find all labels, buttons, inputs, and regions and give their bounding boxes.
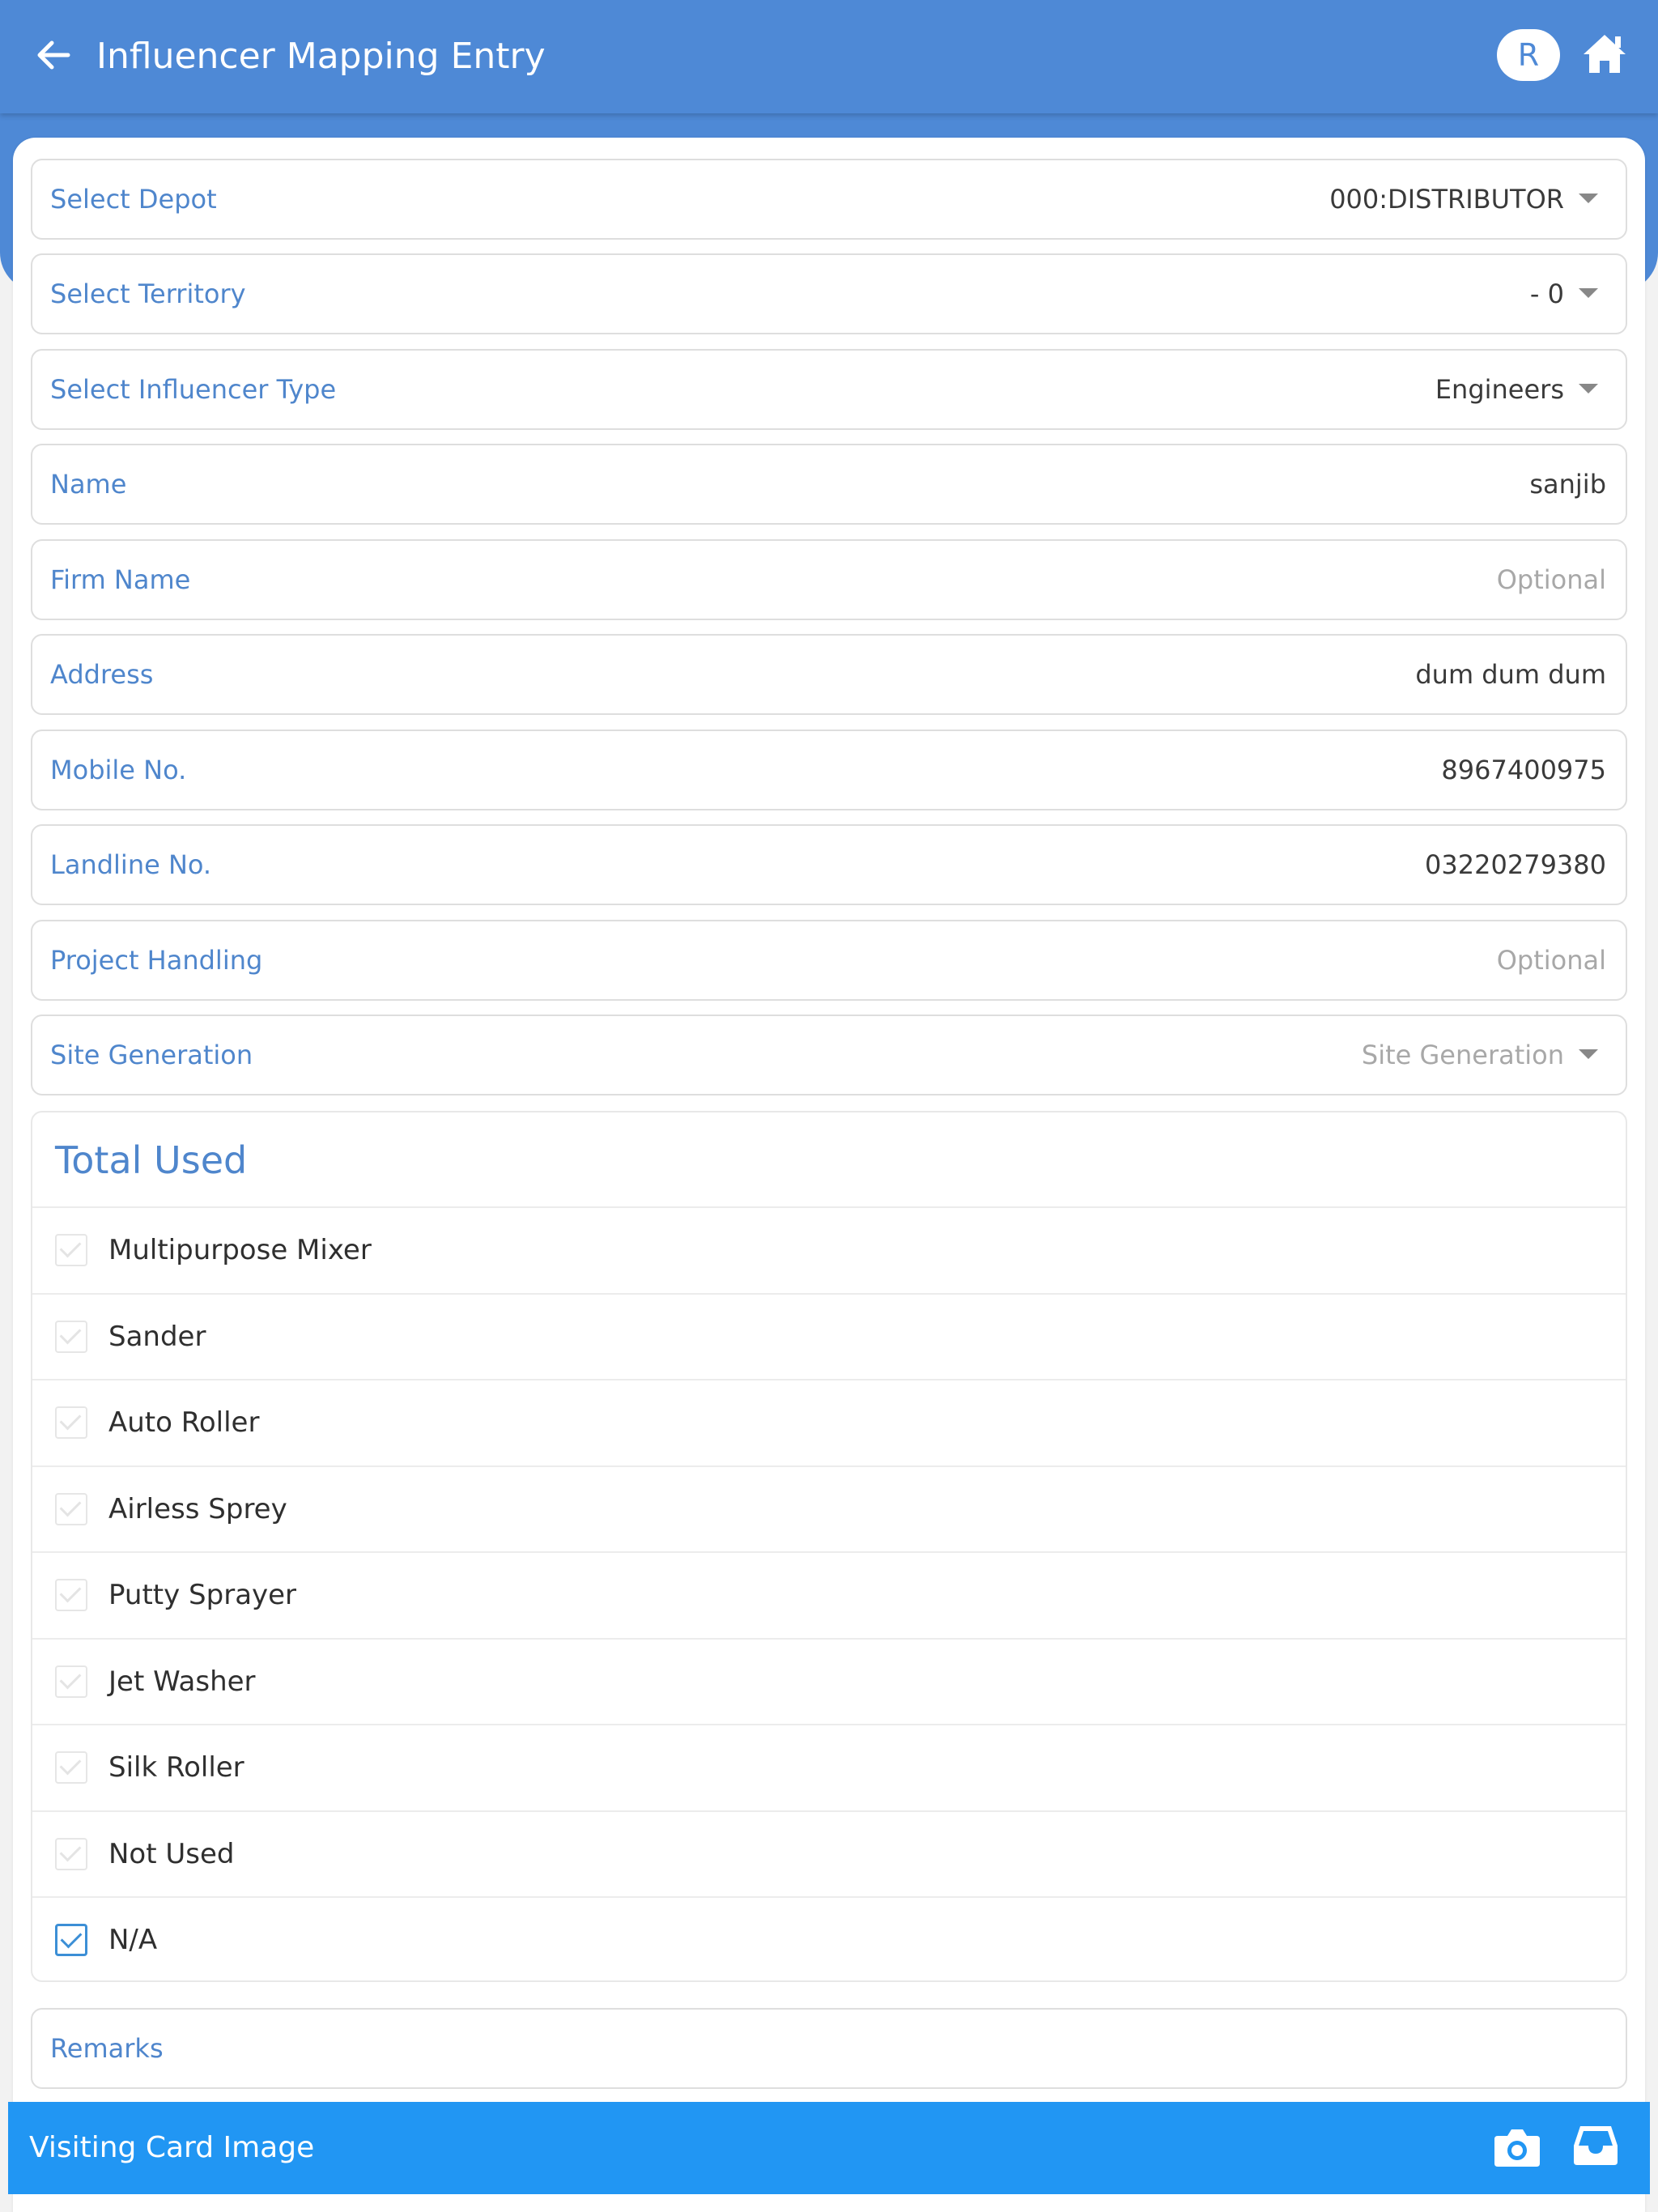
check-icon — [59, 1667, 82, 1689]
caret-down-icon — [1579, 384, 1598, 393]
caret-down-icon — [1579, 1049, 1598, 1059]
caret-down-icon — [1579, 288, 1598, 298]
checkbox-row-silk-roller[interactable]: Silk Roller — [32, 1725, 1626, 1812]
checkbox-label: Airless Sprey — [108, 1492, 287, 1525]
field-label: Project Handling — [50, 945, 263, 976]
field-value: sanjib — [1529, 469, 1606, 500]
field-label: Firm Name — [50, 564, 191, 595]
field-placeholder: Site Generation — [1361, 1040, 1564, 1070]
select-depot-dropdown[interactable]: Select Depot 000:DISTRIBUTOR — [31, 159, 1627, 240]
checkbox-label: N/A — [108, 1924, 158, 1956]
field-value: dum dum dum — [1415, 659, 1606, 690]
page-title: Influencer Mapping Entry — [96, 36, 546, 77]
select-influencer-type-dropdown[interactable]: Select Influencer Type Engineers — [31, 349, 1627, 430]
landline-no-input[interactable]: Landline No. 03220279380 — [31, 824, 1627, 905]
field-label: Select Territory — [50, 279, 246, 309]
checkbox[interactable] — [55, 1751, 87, 1784]
mobile-no-input[interactable]: Mobile No. 8967400975 — [31, 730, 1627, 810]
remarks-input[interactable]: Remarks — [31, 2008, 1627, 2089]
field-value: 03220279380 — [1425, 849, 1606, 880]
checkbox-label: Sander — [108, 1320, 206, 1353]
inbox-icon — [1574, 2126, 1618, 2165]
checkbox-row-sander[interactable]: Sander — [32, 1295, 1626, 1380]
caret-down-icon — [1579, 194, 1598, 203]
section-title: Total Used — [32, 1112, 1626, 1208]
checkbox[interactable] — [55, 1665, 87, 1698]
check-icon — [59, 1840, 82, 1861]
checkbox-row-multipurpose-mixer[interactable]: Multipurpose Mixer — [32, 1208, 1626, 1295]
name-input[interactable]: Name sanjib — [31, 444, 1627, 525]
site-generation-dropdown[interactable]: Site Generation Site Generation — [31, 1015, 1627, 1095]
home-icon — [1584, 35, 1626, 73]
app-header: Influencer Mapping Entry R — [0, 0, 1658, 113]
home-button[interactable] — [1579, 28, 1630, 79]
check-icon — [59, 1236, 82, 1258]
project-handling-input[interactable]: Project Handling Optional — [31, 920, 1627, 1001]
checkbox-checked[interactable] — [55, 1924, 87, 1956]
field-label: Remarks — [50, 2033, 164, 2064]
gallery-button[interactable] — [1571, 2121, 1621, 2170]
checkbox-label: Jet Washer — [108, 1665, 256, 1698]
check-icon — [59, 1580, 82, 1603]
checkbox[interactable] — [55, 1234, 87, 1266]
check-icon — [59, 1408, 82, 1431]
checkbox-row-jet-washer[interactable]: Jet Washer — [32, 1640, 1626, 1725]
camera-button[interactable] — [1493, 2125, 1541, 2170]
total-used-section: Total Used Multipurpose Mixer Sander Aut… — [31, 1111, 1627, 1982]
check-icon — [59, 1495, 82, 1516]
checkbox[interactable] — [55, 1492, 87, 1525]
select-territory-dropdown[interactable]: Select Territory - 0 — [31, 253, 1627, 334]
checkbox[interactable] — [55, 1320, 87, 1353]
checkbox-label: Multipurpose Mixer — [108, 1234, 372, 1266]
field-label: Select Influencer Type — [50, 374, 337, 405]
field-value: 8967400975 — [1441, 755, 1606, 785]
field-value: Engineers — [1435, 374, 1564, 405]
address-input[interactable]: Address dum dum dum — [31, 634, 1627, 715]
checkbox-label: Auto Roller — [108, 1406, 260, 1439]
checkbox[interactable] — [55, 1579, 87, 1611]
checkbox[interactable] — [55, 1406, 87, 1439]
check-icon — [60, 1926, 83, 1949]
visiting-card-image-bar: Visiting Card Image — [8, 2102, 1650, 2194]
field-label: Name — [50, 469, 127, 500]
check-icon — [59, 1322, 82, 1344]
visiting-card-label: Visiting Card Image — [29, 2131, 315, 2164]
back-button[interactable] — [29, 31, 78, 79]
camera-icon — [1494, 2129, 1540, 2167]
checkbox-label: Putty Sprayer — [108, 1579, 297, 1611]
checkbox-label: Not Used — [108, 1837, 235, 1870]
checkbox-label: Silk Roller — [108, 1751, 244, 1784]
field-label: Address — [50, 659, 154, 690]
field-label: Landline No. — [50, 849, 212, 880]
field-label: Mobile No. — [50, 755, 187, 785]
field-label: Site Generation — [50, 1040, 253, 1070]
checkbox-row-na[interactable]: N/A — [32, 1898, 1626, 1980]
firm-name-input[interactable]: Firm Name Optional — [31, 539, 1627, 620]
field-label: Select Depot — [50, 184, 217, 215]
user-avatar[interactable]: R — [1497, 29, 1560, 81]
field-value: - 0 — [1529, 279, 1564, 309]
checkbox-row-auto-roller[interactable]: Auto Roller — [32, 1380, 1626, 1467]
checkbox[interactable] — [55, 1837, 87, 1870]
checkbox-row-airless-sprey[interactable]: Airless Sprey — [32, 1467, 1626, 1553]
arrow-left-icon — [37, 40, 70, 70]
field-placeholder: Optional — [1496, 945, 1606, 976]
checkbox-row-putty-sprayer[interactable]: Putty Sprayer — [32, 1553, 1626, 1640]
checkbox-row-not-used[interactable]: Not Used — [32, 1812, 1626, 1898]
field-value: 000:DISTRIBUTOR — [1329, 184, 1564, 215]
check-icon — [59, 1753, 82, 1776]
field-placeholder: Optional — [1496, 564, 1606, 595]
